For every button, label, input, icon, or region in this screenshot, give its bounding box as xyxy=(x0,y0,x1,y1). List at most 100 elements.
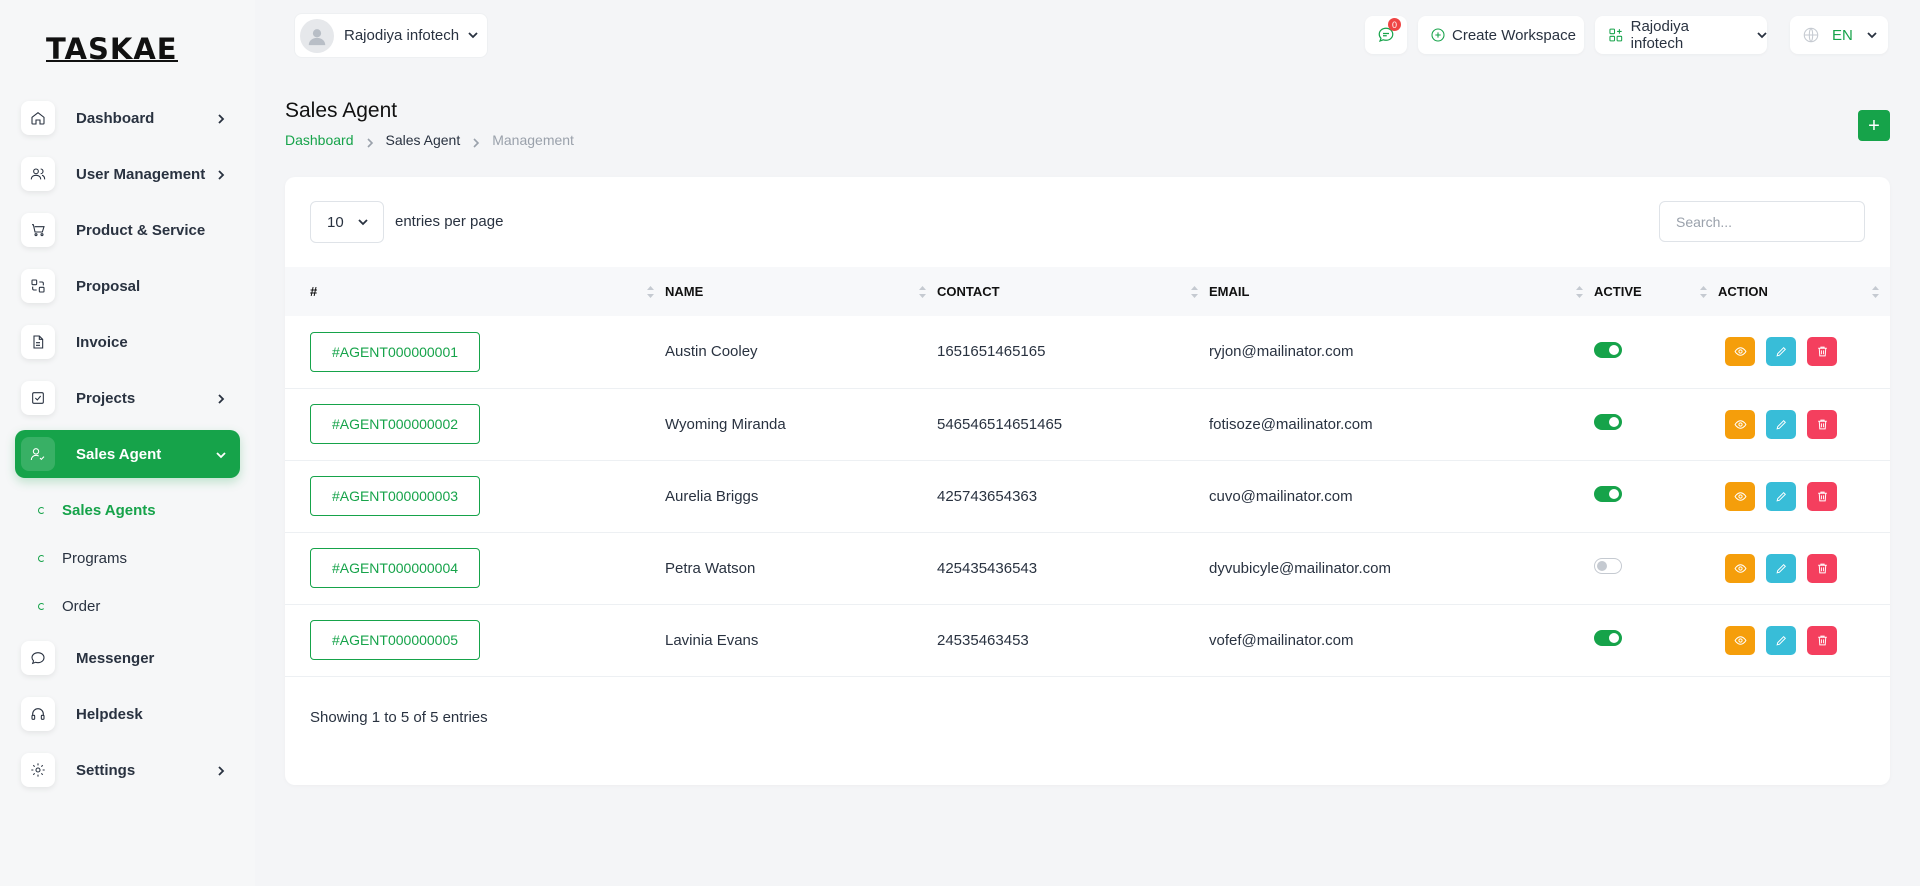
globe-icon xyxy=(1803,27,1819,43)
sidebar-nav: Dashboard User Management Product & Servic… xyxy=(15,94,240,802)
cell-contact: 24535463453 xyxy=(937,631,1029,649)
delete-button[interactable] xyxy=(1807,337,1837,367)
search-input[interactable] xyxy=(1659,201,1865,242)
table-row: #AGENT000000005 Lavinia Evans 24535463453 v… xyxy=(285,604,1890,676)
view-button[interactable] xyxy=(1725,481,1755,511)
column-header-number[interactable]: # xyxy=(285,267,665,316)
messages-button[interactable]: 0 xyxy=(1365,16,1407,54)
user-check-icon xyxy=(21,437,55,471)
view-button[interactable] xyxy=(1725,553,1755,583)
column-header-label: ACTIVE xyxy=(1594,284,1642,299)
logo[interactable]: TASKAE xyxy=(46,32,178,66)
delete-button[interactable] xyxy=(1807,553,1837,583)
trash-icon xyxy=(1817,563,1827,573)
agent-id-link[interactable]: #AGENT000000003 xyxy=(310,476,480,516)
cell-contact: 1651651465165 xyxy=(937,343,1046,361)
workspace-switcher[interactable]: Rajodiya infotech xyxy=(294,13,488,58)
breadcrumb-sales-agent: Sales Agent xyxy=(385,132,461,148)
active-toggle[interactable] xyxy=(1594,486,1622,502)
chevron-down-icon xyxy=(468,27,478,45)
bullet-icon xyxy=(38,554,45,562)
cell-id: #AGENT000000002 xyxy=(285,388,665,460)
edit-button[interactable] xyxy=(1766,409,1796,439)
submenu-item-sales-agents[interactable]: Sales Agents xyxy=(15,486,240,534)
sidebar-item-product-and-service[interactable]: Product & Service xyxy=(15,206,240,254)
edit-button[interactable] xyxy=(1766,625,1796,655)
apps-icon xyxy=(1609,28,1623,42)
cell-actions xyxy=(1718,316,1890,388)
add-agent-button[interactable]: + xyxy=(1858,110,1890,141)
cell-active xyxy=(1594,460,1718,532)
sidebar-item-dashboard[interactable]: Dashboard xyxy=(15,94,240,142)
organization-dropdown[interactable]: Rajodiya infotech xyxy=(1595,16,1767,54)
sidebar-item-label: Settings xyxy=(76,761,136,779)
submenu-item-order[interactable]: Order xyxy=(15,582,240,630)
eye-icon xyxy=(1734,419,1746,429)
edit-button[interactable] xyxy=(1766,337,1796,367)
sidebar-item-label: Invoice xyxy=(76,333,128,351)
view-button[interactable] xyxy=(1725,625,1755,655)
eye-icon xyxy=(1734,491,1746,501)
sidebar-item-invoice[interactable]: Invoice xyxy=(15,318,240,366)
trash-icon xyxy=(1817,491,1827,501)
cell-contact: 425435436543 xyxy=(937,559,1038,577)
entries-per-page-select[interactable]: 10 xyxy=(310,201,384,243)
agent-id-link[interactable]: #AGENT000000002 xyxy=(310,404,480,444)
cell-name: Petra Watson xyxy=(665,559,756,577)
edit-button[interactable] xyxy=(1766,481,1796,511)
checkbox-icon xyxy=(21,381,55,415)
sidebar-item-settings[interactable]: Settings xyxy=(15,746,240,794)
language-dropdown[interactable]: EN xyxy=(1790,16,1888,54)
chevron-down-icon xyxy=(358,214,368,231)
cell-active xyxy=(1594,316,1718,388)
submenu-item-programs[interactable]: Programs xyxy=(15,534,240,582)
column-header-active[interactable]: ACTIVE xyxy=(1594,267,1718,316)
delete-button[interactable] xyxy=(1807,409,1837,439)
column-header-email[interactable]: EMAIL xyxy=(1209,267,1594,316)
chevron-right-icon xyxy=(366,135,374,148)
sidebar-item-proposal[interactable]: Proposal xyxy=(15,262,240,310)
breadcrumb: Dashboard Sales Agent Management xyxy=(285,132,574,148)
sort-icon xyxy=(1190,284,1199,300)
column-header-name[interactable]: NAME xyxy=(665,267,937,316)
sidebar-item-helpdesk[interactable]: Helpdesk xyxy=(15,690,240,738)
workspace-name: Rajodiya infotech xyxy=(344,27,460,44)
create-workspace-button[interactable]: Create Workspace xyxy=(1418,16,1584,54)
column-header-contact[interactable]: CONTACT xyxy=(937,267,1209,316)
sidebar-item-user-management[interactable]: User Management xyxy=(15,150,240,198)
sidebar-item-label: User Management xyxy=(76,165,206,183)
active-toggle[interactable] xyxy=(1594,630,1622,646)
chevron-right-icon xyxy=(472,135,480,148)
cell-actions xyxy=(1718,604,1890,676)
cell-id: #AGENT000000005 xyxy=(285,604,665,676)
table-row: #AGENT000000002 Wyoming Miranda 5465465146… xyxy=(285,388,1890,460)
cell-contact: 425743654363 xyxy=(937,487,1038,505)
column-header-action[interactable]: ACTION xyxy=(1718,267,1890,316)
trash-icon xyxy=(1817,346,1827,357)
active-toggle[interactable] xyxy=(1594,558,1622,574)
edit-button[interactable] xyxy=(1766,553,1796,583)
cell-email: dyvubicyle@mailinator.com xyxy=(1209,559,1391,577)
chat-icon xyxy=(21,641,55,675)
column-header-label: EMAIL xyxy=(1209,284,1250,299)
organization-name: Rajodiya infotech xyxy=(1630,18,1689,52)
agent-id-link[interactable]: #AGENT000000001 xyxy=(310,331,480,372)
view-button[interactable] xyxy=(1725,337,1755,367)
column-header-label: # xyxy=(310,284,318,299)
cell-name: Lavinia Evans xyxy=(665,631,759,649)
pencil-icon xyxy=(1775,419,1786,430)
sidebar-item-sales-agent[interactable]: Sales Agent xyxy=(15,430,240,478)
eye-icon xyxy=(1734,347,1746,357)
sidebar-item-messenger[interactable]: Messenger xyxy=(15,634,240,682)
active-toggle[interactable] xyxy=(1594,414,1622,430)
agent-id-link[interactable]: #AGENT000000005 xyxy=(310,620,480,660)
breadcrumb-dashboard[interactable]: Dashboard xyxy=(285,132,354,148)
delete-button[interactable] xyxy=(1807,481,1837,511)
cell-email: cuvo@mailinator.com xyxy=(1209,487,1353,505)
agent-id-link[interactable]: #AGENT000000004 xyxy=(310,548,480,588)
home-icon xyxy=(21,101,55,135)
active-toggle[interactable] xyxy=(1594,341,1622,358)
sidebar-item-projects[interactable]: Projects xyxy=(15,374,240,422)
view-button[interactable] xyxy=(1725,409,1755,439)
delete-button[interactable] xyxy=(1807,625,1837,655)
